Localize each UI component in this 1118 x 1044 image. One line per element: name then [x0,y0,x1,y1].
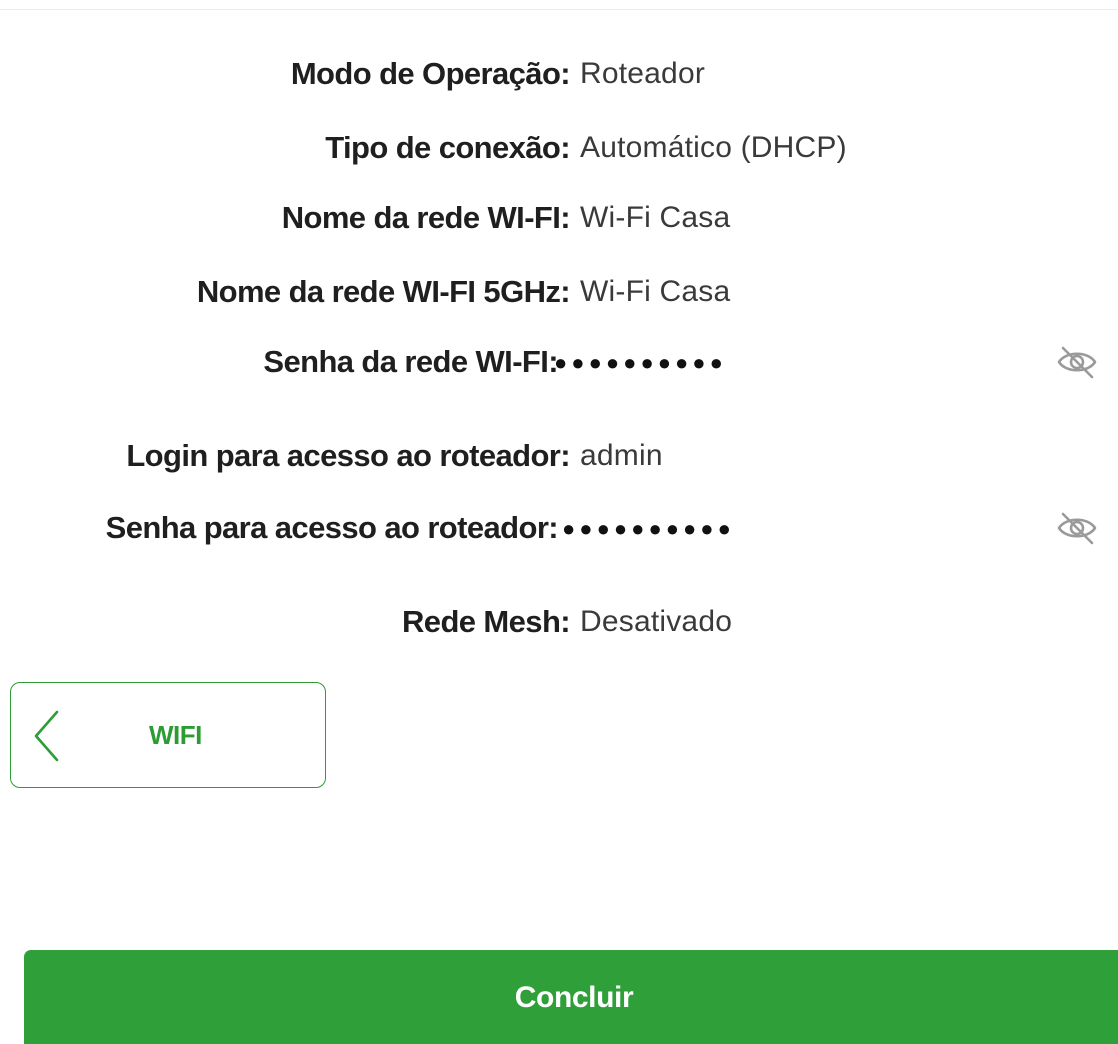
wifi-password-label: Senha da rede WI-FI: [263,344,558,379]
eye-off-icon [1057,512,1097,545]
connection-type-value: Automático (DHCP) [580,131,847,164]
eye-off-icon [1057,346,1097,379]
wifi-name-value: Wi-Fi Casa [580,201,731,234]
connection-type-row: Tipo de conexão: Automático (DHCP) [0,128,1118,168]
wifi-password-row: Senha da rede WI-FI: ●●●●●●●●●● [0,342,1118,382]
router-login-label: Login para acesso ao roteador: [126,438,570,473]
mesh-network-row: Rede Mesh: Desativado [0,602,1118,642]
wifi-5ghz-name-value: Wi-Fi Casa [580,275,731,308]
wifi-password-toggle-eye-off-icon[interactable] [1054,340,1100,382]
chevron-left-icon [34,710,59,762]
wifi-name-label: Nome da rede WI-FI: [281,200,571,235]
router-password-row: Senha para acesso ao roteador: ●●●●●●●●●… [0,508,1118,548]
router-setup-summary: Modo de Operação: Roteador Tipo de conex… [0,0,1118,1044]
back-button-label: WIFI [149,720,202,750]
mesh-network-value: Desativado [580,605,733,638]
wifi-5ghz-name-label: Nome da rede WI-FI 5GHz: [196,274,571,309]
operation-mode-row: Modo de Operação: Roteador [0,54,1118,94]
operation-mode-value: Roteador [580,57,706,90]
router-password-toggle-eye-off-icon[interactable] [1054,506,1100,548]
top-divider [0,9,1118,10]
router-password-label: Senha para acesso ao roteador: [105,510,559,545]
finish-button[interactable]: Concluir [24,950,1118,1044]
operation-mode-label: Modo de Operação: [290,56,571,91]
router-login-row: Login para acesso ao roteador: admin [0,436,1118,476]
wifi-5ghz-name-row: Nome da rede WI-FI 5GHz: Wi-Fi Casa [0,272,1118,312]
router-login-value: admin [580,439,663,472]
back-to-wifi-button[interactable]: WIFI [10,682,326,788]
finish-button-label: Concluir [514,981,634,1014]
wifi-name-row: Nome da rede WI-FI: Wi-Fi Casa [0,198,1118,238]
connection-type-label: Tipo de conexão: [325,130,570,165]
wifi-password-value: ●●●●●●●●●● [554,350,727,375]
router-password-value: ●●●●●●●●●● [562,516,735,541]
mesh-network-label: Rede Mesh: [402,604,571,639]
